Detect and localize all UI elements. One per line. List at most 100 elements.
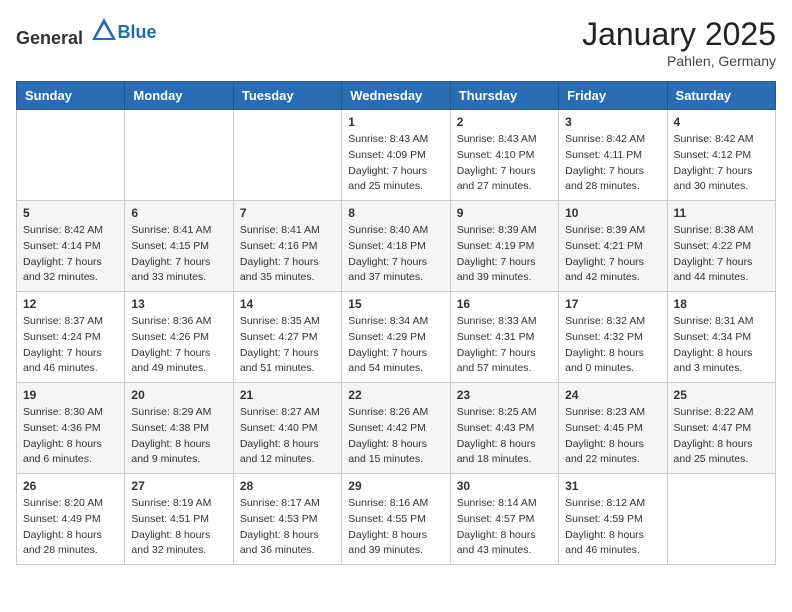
day-info: Sunrise: 8:43 AMSunset: 4:10 PMDaylight:… xyxy=(457,132,552,195)
day-info: Sunrise: 8:16 AMSunset: 4:55 PMDaylight:… xyxy=(348,496,443,559)
day-number: 18 xyxy=(674,297,769,311)
calendar-table: SundayMondayTuesdayWednesdayThursdayFrid… xyxy=(16,81,776,565)
day-number: 16 xyxy=(457,297,552,311)
day-info: Sunrise: 8:20 AMSunset: 4:49 PMDaylight:… xyxy=(23,496,118,559)
day-number: 27 xyxy=(131,479,226,493)
day-info: Sunrise: 8:36 AMSunset: 4:26 PMDaylight:… xyxy=(131,314,226,377)
day-info: Sunrise: 8:14 AMSunset: 4:57 PMDaylight:… xyxy=(457,496,552,559)
month-year-title: January 2025 xyxy=(582,16,776,53)
day-info: Sunrise: 8:17 AMSunset: 4:53 PMDaylight:… xyxy=(240,496,335,559)
day-number: 4 xyxy=(674,115,769,129)
calendar-day-cell: 7Sunrise: 8:41 AMSunset: 4:16 PMDaylight… xyxy=(233,201,341,292)
day-number: 28 xyxy=(240,479,335,493)
day-info: Sunrise: 8:43 AMSunset: 4:09 PMDaylight:… xyxy=(348,132,443,195)
day-number: 21 xyxy=(240,388,335,402)
calendar-day-cell: 1 Sunrise: 8:43 AMSunset: 4:09 PMDaylight… xyxy=(342,110,450,201)
day-number: 25 xyxy=(674,388,769,402)
day-number: 22 xyxy=(348,388,443,402)
calendar-header-row: SundayMondayTuesdayWednesdayThursdayFrid… xyxy=(17,82,776,110)
calendar-day-cell: 9 Sunrise: 8:39 AMSunset: 4:19 PMDaylight… xyxy=(450,201,558,292)
logo: General Blue xyxy=(16,16,157,49)
calendar-day-cell: 4 Sunrise: 8:42 AMSunset: 4:12 PMDaylight… xyxy=(667,110,775,201)
calendar-day-cell: 23Sunrise: 8:25 AMSunset: 4:43 PMDayligh… xyxy=(450,383,558,474)
calendar-day-cell xyxy=(233,110,341,201)
day-number: 6 xyxy=(131,206,226,220)
calendar-day-cell: 3Sunrise: 8:42 AMSunset: 4:11 PMDaylight… xyxy=(559,110,667,201)
day-info: Sunrise: 8:41 AMSunset: 4:16 PMDaylight:… xyxy=(240,223,335,286)
day-number: 26 xyxy=(23,479,118,493)
calendar-day-cell xyxy=(125,110,233,201)
calendar-day-cell: 12Sunrise: 8:37 AMSunset: 4:24 PMDayligh… xyxy=(17,292,125,383)
location-title: Pahlen, Germany xyxy=(582,53,776,69)
calendar-day-cell: 13Sunrise: 8:36 AMSunset: 4:26 PMDayligh… xyxy=(125,292,233,383)
day-info: Sunrise: 8:30 AMSunset: 4:36 PMDaylight:… xyxy=(23,405,118,468)
calendar-day-cell: 14Sunrise: 8:35 AMSunset: 4:27 PMDayligh… xyxy=(233,292,341,383)
weekday-header: Saturday xyxy=(667,82,775,110)
calendar-day-cell: 26 Sunrise: 8:20 AMSunset: 4:49 PMDayligh… xyxy=(17,474,125,565)
calendar-day-cell: 18Sunrise: 8:31 AMSunset: 4:34 PMDayligh… xyxy=(667,292,775,383)
day-info: Sunrise: 8:42 AMSunset: 4:12 PMDaylight:… xyxy=(674,132,769,195)
day-number: 5 xyxy=(23,206,118,220)
calendar-week-row: 12Sunrise: 8:37 AMSunset: 4:24 PMDayligh… xyxy=(17,292,776,383)
calendar-day-cell: 8 Sunrise: 8:40 AMSunset: 4:18 PMDaylight… xyxy=(342,201,450,292)
day-info: Sunrise: 8:38 AMSunset: 4:22 PMDaylight:… xyxy=(674,223,769,286)
day-info: Sunrise: 8:41 AMSunset: 4:15 PMDaylight:… xyxy=(131,223,226,286)
calendar-day-cell: 29 Sunrise: 8:16 AMSunset: 4:55 PMDayligh… xyxy=(342,474,450,565)
calendar-day-cell: 15 Sunrise: 8:34 AMSunset: 4:29 PMDayligh… xyxy=(342,292,450,383)
logo-general: General xyxy=(16,28,83,48)
day-number: 10 xyxy=(565,206,660,220)
weekday-header: Monday xyxy=(125,82,233,110)
day-number: 8 xyxy=(348,206,443,220)
day-number: 15 xyxy=(348,297,443,311)
day-number: 1 xyxy=(348,115,443,129)
calendar-day-cell: 24 Sunrise: 8:23 AMSunset: 4:45 PMDayligh… xyxy=(559,383,667,474)
day-info: Sunrise: 8:42 AMSunset: 4:14 PMDaylight:… xyxy=(23,223,118,286)
day-number: 20 xyxy=(131,388,226,402)
calendar-day-cell: 11 Sunrise: 8:38 AMSunset: 4:22 PMDayligh… xyxy=(667,201,775,292)
calendar-day-cell: 2 Sunrise: 8:43 AMSunset: 4:10 PMDaylight… xyxy=(450,110,558,201)
calendar-day-cell: 21Sunrise: 8:27 AMSunset: 4:40 PMDayligh… xyxy=(233,383,341,474)
day-info: Sunrise: 8:23 AMSunset: 4:45 PMDaylight:… xyxy=(565,405,660,468)
day-number: 9 xyxy=(457,206,552,220)
calendar-day-cell: 6 Sunrise: 8:41 AMSunset: 4:15 PMDaylight… xyxy=(125,201,233,292)
day-info: Sunrise: 8:39 AMSunset: 4:19 PMDaylight:… xyxy=(457,223,552,286)
day-number: 2 xyxy=(457,115,552,129)
calendar-day-cell: 28 Sunrise: 8:17 AMSunset: 4:53 PMDayligh… xyxy=(233,474,341,565)
day-number: 11 xyxy=(674,206,769,220)
day-number: 17 xyxy=(565,297,660,311)
calendar-day-cell: 16 Sunrise: 8:33 AMSunset: 4:31 PMDayligh… xyxy=(450,292,558,383)
day-info: Sunrise: 8:32 AMSunset: 4:32 PMDaylight:… xyxy=(565,314,660,377)
calendar-week-row: 19 Sunrise: 8:30 AMSunset: 4:36 PMDayligh… xyxy=(17,383,776,474)
day-info: Sunrise: 8:40 AMSunset: 4:18 PMDaylight:… xyxy=(348,223,443,286)
calendar-day-cell: 17 Sunrise: 8:32 AMSunset: 4:32 PMDayligh… xyxy=(559,292,667,383)
day-info: Sunrise: 8:33 AMSunset: 4:31 PMDaylight:… xyxy=(457,314,552,377)
weekday-header: Thursday xyxy=(450,82,558,110)
calendar-day-cell: 25Sunrise: 8:22 AMSunset: 4:47 PMDayligh… xyxy=(667,383,775,474)
calendar-day-cell: 19 Sunrise: 8:30 AMSunset: 4:36 PMDayligh… xyxy=(17,383,125,474)
calendar-day-cell: 31Sunrise: 8:12 AMSunset: 4:59 PMDayligh… xyxy=(559,474,667,565)
logo-icon xyxy=(90,16,118,44)
weekday-header: Friday xyxy=(559,82,667,110)
day-number: 30 xyxy=(457,479,552,493)
calendar-day-cell xyxy=(17,110,125,201)
day-info: Sunrise: 8:25 AMSunset: 4:43 PMDaylight:… xyxy=(457,405,552,468)
calendar-day-cell: 22Sunrise: 8:26 AMSunset: 4:42 PMDayligh… xyxy=(342,383,450,474)
day-number: 29 xyxy=(348,479,443,493)
calendar-week-row: 26 Sunrise: 8:20 AMSunset: 4:49 PMDayligh… xyxy=(17,474,776,565)
day-info: Sunrise: 8:34 AMSunset: 4:29 PMDaylight:… xyxy=(348,314,443,377)
weekday-header: Tuesday xyxy=(233,82,341,110)
weekday-header: Wednesday xyxy=(342,82,450,110)
calendar-week-row: 5 Sunrise: 8:42 AMSunset: 4:14 PMDaylight… xyxy=(17,201,776,292)
day-number: 12 xyxy=(23,297,118,311)
logo-blue: Blue xyxy=(118,22,157,42)
day-number: 3 xyxy=(565,115,660,129)
page-header: General Blue January 2025 Pahlen, German… xyxy=(16,16,776,69)
calendar-day-cell: 5 Sunrise: 8:42 AMSunset: 4:14 PMDaylight… xyxy=(17,201,125,292)
day-number: 24 xyxy=(565,388,660,402)
day-info: Sunrise: 8:29 AMSunset: 4:38 PMDaylight:… xyxy=(131,405,226,468)
day-number: 19 xyxy=(23,388,118,402)
calendar-day-cell: 27 Sunrise: 8:19 AMSunset: 4:51 PMDayligh… xyxy=(125,474,233,565)
calendar-day-cell: 30 Sunrise: 8:14 AMSunset: 4:57 PMDayligh… xyxy=(450,474,558,565)
day-info: Sunrise: 8:19 AMSunset: 4:51 PMDaylight:… xyxy=(131,496,226,559)
calendar-day-cell xyxy=(667,474,775,565)
